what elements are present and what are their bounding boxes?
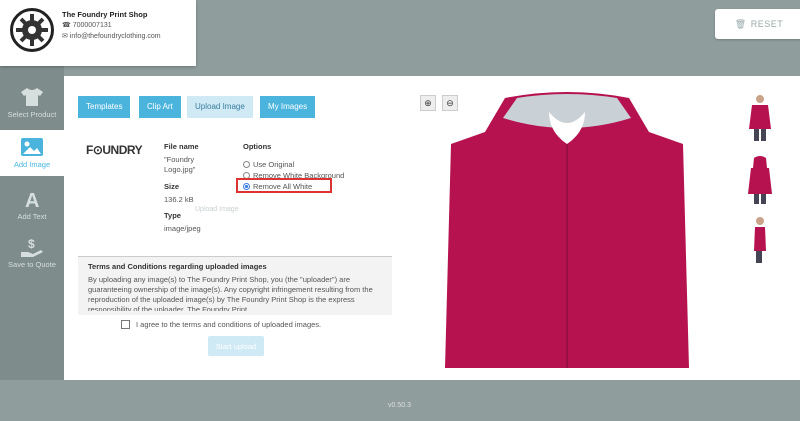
image-icon [21,138,43,156]
sidebar-item-label: Add Image [13,160,51,169]
dollar-hand-icon: $ [21,237,43,257]
terms-agree-row[interactable]: I agree to the terms and conditions of u… [121,320,321,329]
sidebar-item-save-to-quote[interactable]: $ Save to Quote [0,230,64,276]
shop-info-card: The Foundry Print Shop ☎ 7000007131 ✉ in… [0,0,196,66]
svg-text:A: A [25,190,39,210]
shop-name: The Foundry Print Shop [62,10,148,19]
gear-logo-icon [16,14,48,46]
reset-button[interactable]: 🗑 RESET [715,9,800,39]
thumbnail-back-image [748,156,772,204]
thumbnail-front-image [749,95,771,141]
svg-text:$: $ [28,237,35,251]
sidebar-item-select-product[interactable]: Select Product [0,80,64,126]
terms-title: Terms and Conditions regarding uploaded … [88,262,267,271]
upload-image-ghost-text: Upload Image [195,206,239,213]
terms-agree-label: I agree to the terms and conditions of u… [136,320,322,329]
sidebar-item-label: Select Product [7,110,57,119]
terms-checkbox[interactable] [121,320,130,329]
trash-icon: 🗑 [734,18,747,29]
file-name-label: File name [164,142,199,151]
tshirt-icon [21,88,43,106]
zoom-in-icon: ⊕ [424,97,432,108]
thumbnail-back[interactable] [746,155,774,205]
uploaded-image-preview: F⊙UNDRY [86,143,143,157]
zoom-in-button[interactable]: ⊕ [420,95,436,111]
file-type-value: image/jpeg [164,224,201,233]
file-name-value: "Foundry Logo.jpg" [164,155,196,174]
terms-text: By uploading any image(s) to The Foundry… [88,275,373,311]
tab-upload-image[interactable]: Upload Image [187,96,253,118]
file-type-label: Type [164,211,181,220]
options-label: Options [243,142,272,151]
sidebar-item-label: Save to Quote [8,260,56,269]
sidebar-item-add-text[interactable]: A Add Text [0,182,64,228]
shop-phone: ☎ 7000007131 [62,22,112,29]
tab-templates[interactable]: Templates [78,96,131,118]
sidebar-item-label: Add Text [17,212,47,221]
selection-highlight-box [236,178,332,193]
radio-button[interactable] [243,161,250,168]
thumbnail-side[interactable] [746,214,774,264]
phone-icon: ☎ [62,22,71,29]
thumbnail-side-image [754,217,766,263]
text-icon: A [25,190,39,210]
shop-email[interactable]: ✉ info@thefoundryclothing.com [62,32,161,40]
tab-my-images[interactable]: My Images [260,96,316,118]
shop-logo [10,8,54,52]
mail-icon: ✉ [62,33,68,40]
start-upload-button[interactable]: Start upload [208,336,264,356]
product-preview-hoodie[interactable] [445,92,689,368]
thumbnail-front[interactable] [746,92,774,142]
option-use-original[interactable]: Use Original [243,160,294,169]
sidebar-item-add-image[interactable]: Add Image [0,130,64,176]
file-size-value: 136.2 kB [164,195,194,204]
tab-clip-art[interactable]: Clip Art [139,96,181,118]
version-label: v0.50.3 [388,402,411,409]
file-size-label: Size [164,182,180,191]
